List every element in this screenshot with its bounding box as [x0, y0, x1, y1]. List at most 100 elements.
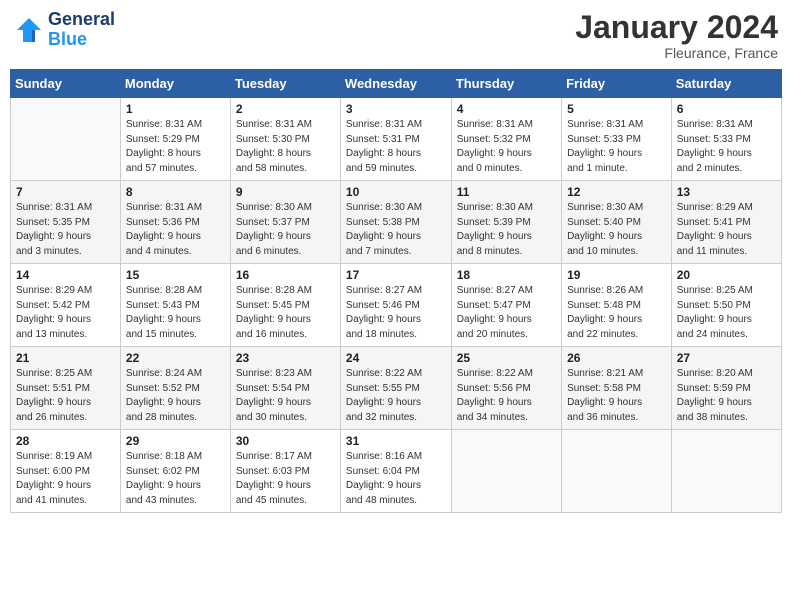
- day-number: 10: [346, 185, 446, 199]
- calendar-cell: 28Sunrise: 8:19 AM Sunset: 6:00 PM Dayli…: [11, 430, 121, 513]
- day-number: 29: [126, 434, 225, 448]
- calendar-week-row: 14Sunrise: 8:29 AM Sunset: 5:42 PM Dayli…: [11, 264, 782, 347]
- day-number: 20: [677, 268, 776, 282]
- calendar-cell: 12 Sunrise: 8:30 AM Sunset: 5:40 PM Dayli…: [562, 181, 672, 264]
- page-header: General Blue January 2024 Fleurance, Fra…: [10, 10, 782, 61]
- calendar-cell: 4 Sunrise: 8:31 AM Sunset: 5:32 PM Daylig…: [451, 98, 561, 181]
- day-info: Sunrise: 8:27 AM Sunset: 5:47 PM Dayligh…: [457, 284, 556, 342]
- calendar-cell: [11, 98, 121, 181]
- location-label: Fleurance, France: [575, 45, 778, 61]
- day-info: Sunrise: 8:24 AM Sunset: 5:52 PM Dayligh…: [126, 367, 225, 425]
- calendar-cell: 9Sunrise: 8:30 AM Sunset: 5:37 PM Daylig…: [230, 181, 340, 264]
- calendar-cell: [671, 430, 781, 513]
- calendar-cell: 7 Sunrise: 8:31 AM Sunset: 5:35 PM Daylig…: [11, 181, 121, 264]
- day-number: 18: [457, 268, 556, 282]
- day-info: Sunrise: 8:31 AM Sunset: 5:33 PM Dayligh…: [677, 118, 776, 176]
- calendar-cell: [562, 430, 672, 513]
- day-number: 24: [346, 351, 446, 365]
- calendar-cell: 19 Sunrise: 8:26 AM Sunset: 5:48 PM Dayli…: [562, 264, 672, 347]
- day-number: 2: [236, 102, 335, 116]
- weekday-header-saturday: Saturday: [671, 70, 781, 98]
- calendar-cell: 26 Sunrise: 8:21 AM Sunset: 5:58 PM Dayli…: [562, 347, 672, 430]
- day-number: 16: [236, 268, 335, 282]
- weekday-header-monday: Monday: [120, 70, 230, 98]
- logo-icon: [14, 15, 44, 45]
- day-number: 17: [346, 268, 446, 282]
- weekday-header-thursday: Thursday: [451, 70, 561, 98]
- calendar-cell: 21Sunrise: 8:25 AM Sunset: 5:51 PM Dayli…: [11, 347, 121, 430]
- day-number: 22: [126, 351, 225, 365]
- day-number: 25: [457, 351, 556, 365]
- calendar-cell: 3 Sunrise: 8:31 AM Sunset: 5:31 PM Daylig…: [340, 98, 451, 181]
- calendar-cell: 6Sunrise: 8:31 AM Sunset: 5:33 PM Daylig…: [671, 98, 781, 181]
- weekday-header-row: SundayMondayTuesdayWednesdayThursdayFrid…: [11, 70, 782, 98]
- day-info: Sunrise: 8:28 AM Sunset: 5:45 PM Dayligh…: [236, 284, 335, 342]
- calendar-week-row: 28Sunrise: 8:19 AM Sunset: 6:00 PM Dayli…: [11, 430, 782, 513]
- day-number: 8: [126, 185, 225, 199]
- day-info: Sunrise: 8:22 AM Sunset: 5:55 PM Dayligh…: [346, 367, 446, 425]
- calendar-cell: 2 Sunrise: 8:31 AM Sunset: 5:30 PM Daylig…: [230, 98, 340, 181]
- day-info: Sunrise: 8:27 AM Sunset: 5:46 PM Dayligh…: [346, 284, 446, 342]
- calendar-cell: 30 Sunrise: 8:17 AM Sunset: 6:03 PM Dayli…: [230, 430, 340, 513]
- day-info: Sunrise: 8:18 AM Sunset: 6:02 PM Dayligh…: [126, 450, 225, 508]
- day-info: Sunrise: 8:29 AM Sunset: 5:41 PM Dayligh…: [677, 201, 776, 259]
- day-info: Sunrise: 8:31 AM Sunset: 5:31 PM Dayligh…: [346, 118, 446, 176]
- calendar-cell: 5 Sunrise: 8:31 AM Sunset: 5:33 PM Daylig…: [562, 98, 672, 181]
- day-info: Sunrise: 8:20 AM Sunset: 5:59 PM Dayligh…: [677, 367, 776, 425]
- calendar-cell: 18 Sunrise: 8:27 AM Sunset: 5:47 PM Dayli…: [451, 264, 561, 347]
- day-info: Sunrise: 8:30 AM Sunset: 5:38 PM Dayligh…: [346, 201, 446, 259]
- calendar-cell: 8 Sunrise: 8:31 AM Sunset: 5:36 PM Daylig…: [120, 181, 230, 264]
- day-info: Sunrise: 8:31 AM Sunset: 5:36 PM Dayligh…: [126, 201, 225, 259]
- day-info: Sunrise: 8:22 AM Sunset: 5:56 PM Dayligh…: [457, 367, 556, 425]
- day-number: 31: [346, 434, 446, 448]
- day-number: 30: [236, 434, 335, 448]
- day-info: Sunrise: 8:28 AM Sunset: 5:43 PM Dayligh…: [126, 284, 225, 342]
- day-info: Sunrise: 8:25 AM Sunset: 5:50 PM Dayligh…: [677, 284, 776, 342]
- day-info: Sunrise: 8:30 AM Sunset: 5:40 PM Dayligh…: [567, 201, 666, 259]
- day-number: 9: [236, 185, 335, 199]
- calendar-cell: 15 Sunrise: 8:28 AM Sunset: 5:43 PM Dayli…: [120, 264, 230, 347]
- weekday-header-wednesday: Wednesday: [340, 70, 451, 98]
- title-area: January 2024 Fleurance, France: [575, 10, 778, 61]
- calendar-week-row: 1Sunrise: 8:31 AM Sunset: 5:29 PM Daylig…: [11, 98, 782, 181]
- day-info: Sunrise: 8:31 AM Sunset: 5:32 PM Dayligh…: [457, 118, 556, 176]
- weekday-header-tuesday: Tuesday: [230, 70, 340, 98]
- calendar-cell: 11Sunrise: 8:30 AM Sunset: 5:39 PM Dayli…: [451, 181, 561, 264]
- day-number: 1: [126, 102, 225, 116]
- day-info: Sunrise: 8:29 AM Sunset: 5:42 PM Dayligh…: [16, 284, 115, 342]
- day-info: Sunrise: 8:21 AM Sunset: 5:58 PM Dayligh…: [567, 367, 666, 425]
- day-number: 7: [16, 185, 115, 199]
- calendar-cell: 22 Sunrise: 8:24 AM Sunset: 5:52 PM Dayli…: [120, 347, 230, 430]
- day-info: Sunrise: 8:25 AM Sunset: 5:51 PM Dayligh…: [16, 367, 115, 425]
- month-title: January 2024: [575, 10, 778, 45]
- day-number: 3: [346, 102, 446, 116]
- day-number: 27: [677, 351, 776, 365]
- day-info: Sunrise: 8:17 AM Sunset: 6:03 PM Dayligh…: [236, 450, 335, 508]
- calendar-cell: 23Sunrise: 8:23 AM Sunset: 5:54 PM Dayli…: [230, 347, 340, 430]
- day-number: 19: [567, 268, 666, 282]
- calendar-cell: 13 Sunrise: 8:29 AM Sunset: 5:41 PM Dayli…: [671, 181, 781, 264]
- day-number: 28: [16, 434, 115, 448]
- calendar-cell: 25 Sunrise: 8:22 AM Sunset: 5:56 PM Dayli…: [451, 347, 561, 430]
- day-info: Sunrise: 8:30 AM Sunset: 5:39 PM Dayligh…: [457, 201, 556, 259]
- calendar-cell: 17 Sunrise: 8:27 AM Sunset: 5:46 PM Dayli…: [340, 264, 451, 347]
- weekday-header-sunday: Sunday: [11, 70, 121, 98]
- calendar-cell: 1Sunrise: 8:31 AM Sunset: 5:29 PM Daylig…: [120, 98, 230, 181]
- day-info: Sunrise: 8:31 AM Sunset: 5:30 PM Dayligh…: [236, 118, 335, 176]
- day-number: 15: [126, 268, 225, 282]
- day-number: 26: [567, 351, 666, 365]
- day-number: 5: [567, 102, 666, 116]
- day-number: 4: [457, 102, 556, 116]
- calendar-cell: 24 Sunrise: 8:22 AM Sunset: 5:55 PM Dayli…: [340, 347, 451, 430]
- calendar-table: SundayMondayTuesdayWednesdayThursdayFrid…: [10, 69, 782, 513]
- day-number: 12: [567, 185, 666, 199]
- calendar-cell: 27 Sunrise: 8:20 AM Sunset: 5:59 PM Dayli…: [671, 347, 781, 430]
- day-info: Sunrise: 8:31 AM Sunset: 5:33 PM Dayligh…: [567, 118, 666, 176]
- day-info: Sunrise: 8:23 AM Sunset: 5:54 PM Dayligh…: [236, 367, 335, 425]
- calendar-week-row: 7 Sunrise: 8:31 AM Sunset: 5:35 PM Daylig…: [11, 181, 782, 264]
- day-info: Sunrise: 8:26 AM Sunset: 5:48 PM Dayligh…: [567, 284, 666, 342]
- day-info: Sunrise: 8:31 AM Sunset: 5:35 PM Dayligh…: [16, 201, 115, 259]
- calendar-cell: 20 Sunrise: 8:25 AM Sunset: 5:50 PM Dayli…: [671, 264, 781, 347]
- day-number: 13: [677, 185, 776, 199]
- calendar-cell: 31Sunrise: 8:16 AM Sunset: 6:04 PM Dayli…: [340, 430, 451, 513]
